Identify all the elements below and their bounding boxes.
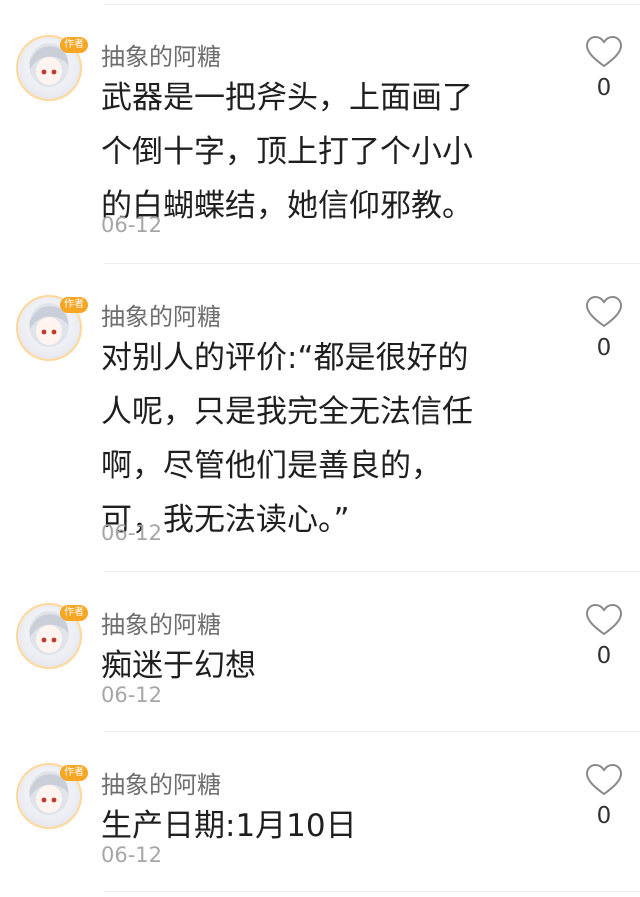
divider: [104, 571, 640, 572]
comment-text-line: 对别人的评价:“都是很好的: [101, 340, 469, 376]
comment-date: 06-12: [101, 843, 163, 867]
divider: [104, 263, 640, 264]
comment-date: 06-12: [101, 521, 163, 545]
divider: [104, 891, 640, 892]
username[interactable]: 抽象的阿糖: [101, 605, 221, 640]
comment-item: 作者 抽象的阿糖 生产日期:1月10日 06-12 0: [0, 763, 640, 891]
username[interactable]: 抽象的阿糖: [101, 297, 221, 332]
comment-text: 武器是一把斧头，上面画了 个倒十字，顶上打了个小小 的白蝴蝶结，她信仰邪教。: [101, 71, 501, 233]
comment-item: 作者 抽象的阿糖 武器是一把斧头，上面画了 个倒十字，顶上打了个小小 的白蝴蝶结…: [0, 35, 640, 263]
comment-item: 作者 抽象的阿糖 痴迷于幻想 06-12 0: [0, 603, 640, 731]
divider: [104, 731, 640, 732]
like-count: 0: [596, 335, 612, 361]
like-count: 0: [596, 643, 612, 669]
author-badge: 作者: [60, 37, 88, 53]
comment-date: 06-12: [101, 683, 163, 707]
comment-text-line: 武器是一把斧头，上面画了: [101, 80, 473, 116]
comment-text: 对别人的评价:“都是很好的 人呢，只是我完全无法信任 啊，尽管他们是善良的， 可…: [101, 331, 501, 547]
author-badge: 作者: [60, 605, 88, 621]
heart-outline-icon[interactable]: [585, 35, 623, 69]
comment-text-line: 人呢，只是我完全无法信任: [101, 394, 473, 430]
username[interactable]: 抽象的阿糖: [101, 37, 221, 72]
comment-item: 作者 抽象的阿糖 对别人的评价:“都是很好的 人呢，只是我完全无法信任 啊，尽管…: [0, 295, 640, 571]
heart-outline-icon[interactable]: [585, 763, 623, 797]
top-divider: [104, 4, 640, 5]
comment-date: 06-12: [101, 213, 163, 237]
comment-text-line: 啊，尽管他们是善良的，: [101, 448, 442, 484]
author-badge: 作者: [60, 297, 88, 313]
like-count: 0: [596, 75, 612, 101]
username[interactable]: 抽象的阿糖: [101, 765, 221, 800]
heart-outline-icon[interactable]: [585, 603, 623, 637]
heart-outline-icon[interactable]: [585, 295, 623, 329]
like-count: 0: [596, 803, 612, 829]
comment-text-line: 个倒十字，顶上打了个小小: [101, 134, 473, 170]
author-badge: 作者: [60, 765, 88, 781]
